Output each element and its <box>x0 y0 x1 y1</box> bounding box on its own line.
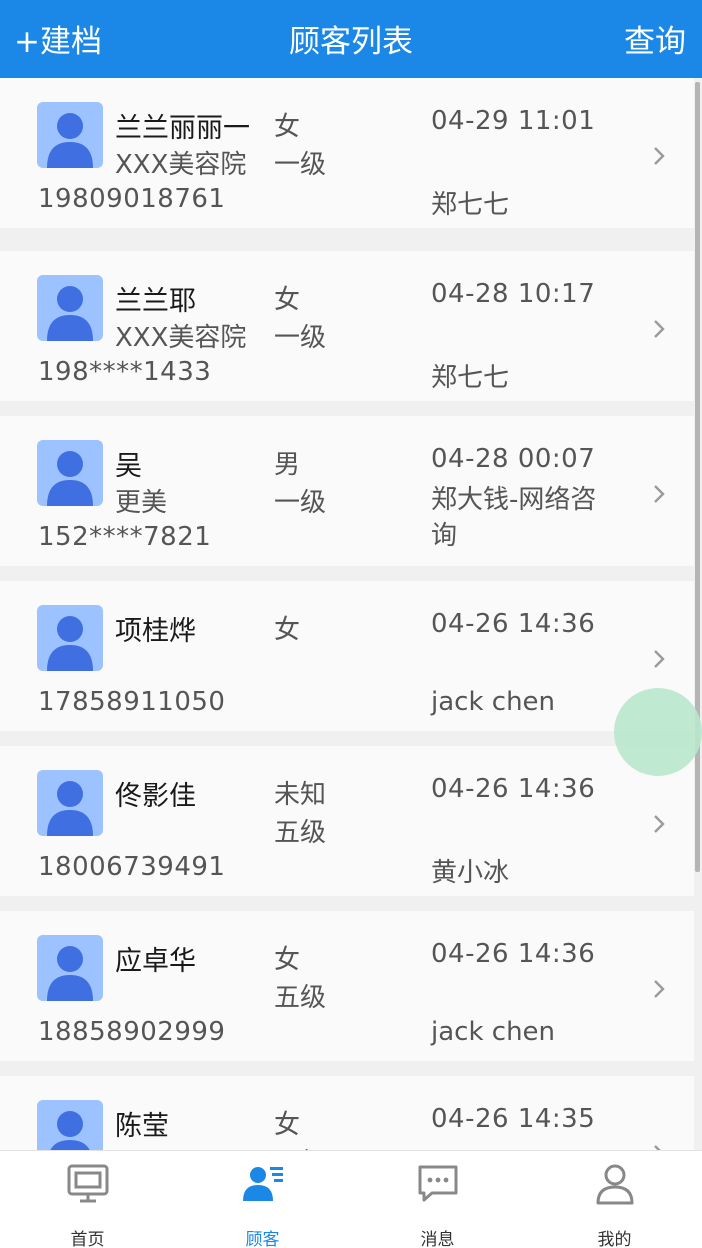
customer-gender: 男 <box>274 450 301 480</box>
customer-store: XXX美容院 <box>115 323 247 353</box>
customer-time: 04-29 11:01 <box>431 106 596 136</box>
avatar-icon <box>37 935 103 1001</box>
avatar-icon <box>37 440 103 506</box>
customer-name: 陈莹 <box>115 1111 169 1142</box>
message-icon <box>418 1165 458 1202</box>
chevron-right-icon <box>654 147 665 165</box>
customer-card[interactable]: 佟影佳 18006739491 未知 五级 04-26 14:36 黄小冰 <box>0 746 694 896</box>
avatar-icon <box>37 1100 103 1150</box>
customer-store: 更美 <box>115 488 168 518</box>
chevron-right-icon <box>654 485 665 503</box>
tab-mine[interactable]: 我的 <box>527 1151 702 1248</box>
chevron-right-icon <box>654 815 665 833</box>
customer-level: 五级 <box>274 818 327 848</box>
avatar-icon <box>37 605 103 671</box>
customer-name: 吴 <box>115 451 142 482</box>
customer-card[interactable]: 陈莹 女 五级 04-26 14:35 <box>0 1076 694 1150</box>
monitor-icon <box>67 1164 109 1203</box>
chevron-right-icon <box>654 980 665 998</box>
customer-staff: 郑七七 <box>431 190 510 220</box>
query-button[interactable]: 查询 <box>624 16 686 61</box>
customer-phone: 198****1433 <box>38 357 212 387</box>
tab-home[interactable]: 首页 <box>0 1151 175 1248</box>
customer-phone: 18858902999 <box>38 1017 226 1047</box>
avatar-icon <box>37 275 103 341</box>
tab-label: 消息 <box>420 1230 455 1248</box>
app-header: +建档 顾客列表 查询 <box>0 0 702 78</box>
customer-gender: 女 <box>274 615 301 645</box>
customer-phone: 152****7821 <box>38 522 212 552</box>
customer-time: 04-26 14:36 <box>431 609 596 639</box>
customer-list[interactable]: 兰兰丽丽一 XXX美容院 19809018761 女 一级 04-29 11:0… <box>0 78 702 1150</box>
tab-customers[interactable]: 顾客 <box>175 1151 350 1248</box>
customer-name: 佟影佳 <box>115 781 196 812</box>
customer-card[interactable]: 吴 更美 152****7821 男 一级 04-28 00:07 郑大钱-网络… <box>0 416 694 566</box>
tab-label: 首页 <box>70 1230 105 1248</box>
customer-level: 五级 <box>274 1142 326 1150</box>
customer-name: 项桂烨 <box>115 616 196 647</box>
customer-staff: 郑七七 <box>431 363 510 393</box>
customer-level: 一级 <box>274 150 327 180</box>
customer-staff: jack chen <box>431 1017 556 1047</box>
bottom-tab-bar: 首页 顾客 消息 我的 <box>0 1150 702 1248</box>
chevron-right-icon <box>654 320 665 338</box>
customer-phone: 17858911050 <box>38 687 226 717</box>
customer-name: 兰兰耶 <box>115 286 196 317</box>
page-title: 顾客列表 <box>289 24 413 60</box>
customer-name: 应卓华 <box>115 946 196 977</box>
customer-time: 04-28 10:17 <box>431 279 596 309</box>
customer-level: 五级 <box>274 983 327 1013</box>
chevron-right-icon <box>654 650 665 668</box>
customer-gender: 女 <box>274 945 301 975</box>
avatar-icon <box>37 770 103 836</box>
customer-phone: 19809018761 <box>38 184 226 214</box>
customer-gender: 女 <box>274 1110 301 1140</box>
customer-gender: 女 <box>274 112 301 142</box>
customer-level: 一级 <box>274 323 327 353</box>
customer-phone: 18006739491 <box>38 852 226 882</box>
tab-label: 顾客 <box>245 1230 280 1248</box>
customer-time: 04-26 14:36 <box>431 774 596 804</box>
customer-name: 兰兰丽丽一 <box>115 113 250 144</box>
create-profile-button[interactable]: +建档 <box>14 16 102 61</box>
customer-card[interactable]: 应卓华 18858902999 女 五级 04-26 14:36 jack ch… <box>0 911 694 1061</box>
customer-time: 04-28 00:07 <box>431 444 596 474</box>
tab-label: 我的 <box>597 1230 632 1248</box>
customer-gender: 女 <box>274 285 301 315</box>
customer-time: 04-26 14:35 <box>431 1104 596 1134</box>
customer-card[interactable]: 兰兰丽丽一 XXX美容院 19809018761 女 一级 04-29 11:0… <box>0 78 694 228</box>
customer-level: 一级 <box>274 488 327 518</box>
customer-staff: jack chen <box>431 687 556 717</box>
customer-time: 04-26 14:36 <box>431 939 596 969</box>
tab-messages[interactable]: 消息 <box>350 1151 525 1248</box>
person-icon <box>596 1164 634 1205</box>
customer-list-icon <box>243 1167 283 1201</box>
avatar-icon <box>37 102 103 168</box>
customer-consultant: 郑大钱-网络咨询 <box>431 485 597 551</box>
customer-card[interactable]: 项桂烨 17858911050 女 04-26 14:36 jack chen <box>0 581 694 731</box>
customer-store: XXX美容院 <box>115 150 247 180</box>
floating-action-button[interactable] <box>614 688 702 776</box>
customer-gender: 未知 <box>274 780 327 810</box>
customer-card[interactable]: 兰兰耶 XXX美容院 198****1433 女 一级 04-28 10:17 … <box>0 251 694 401</box>
customer-staff: 黄小冰 <box>431 858 510 888</box>
